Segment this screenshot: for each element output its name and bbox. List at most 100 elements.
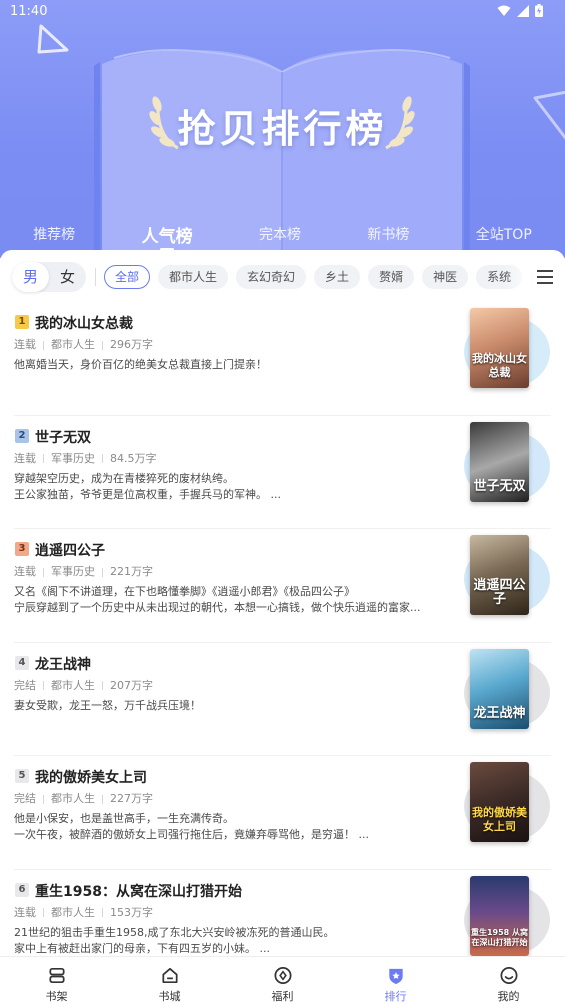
book-description-line: 他离婚当天，身价百亿的绝美女总裁直接上门提亲！ — [14, 358, 267, 371]
welfare-icon — [274, 967, 291, 984]
book-title[interactable]: 我的冰山女总裁 — [35, 313, 133, 333]
ranking-tabs: 推荐榜 人气榜 完本榜 新书榜 全站TOP — [0, 218, 565, 251]
book-word-count: 153万字 — [110, 905, 153, 919]
book-description-line: 21世纪的狙击手重生1958,成了东北大兴安岭被冻死的普通山民。 — [14, 925, 335, 939]
book-item[interactable]: 2 世子无双 连载 军事历史 84.5万字 穿越架空历史，成为在青楼猝死的废材纨绔。… — [0, 416, 565, 529]
category-chip[interactable]: 神医 — [422, 265, 469, 289]
profile-icon — [500, 967, 517, 984]
book-cover[interactable]: 重生1958 从窝在深山打猎开始 — [452, 875, 552, 957]
nav-bookshelf[interactable]: 书架 — [0, 957, 113, 1004]
signal-icon — [517, 4, 529, 17]
gender-toggle: 男 女 — [12, 262, 86, 292]
book-cover[interactable]: 我的冰山女总裁 — [452, 308, 552, 392]
bookshelf-icon — [48, 967, 65, 984]
tab-new-books[interactable]: 新书榜 — [361, 224, 415, 244]
nav-profile[interactable]: 我的 — [452, 957, 565, 1004]
banner-title: 抢贝排行榜 — [177, 107, 388, 151]
book-title[interactable]: 重生1958：从窝在深山打猎开始 — [35, 881, 242, 901]
rank-badge: 4 — [15, 655, 29, 670]
book-title[interactable]: 龙王战神 — [35, 654, 91, 674]
category-chip[interactable]: 都市人生 — [158, 265, 229, 289]
book-title[interactable]: 我的傲娇美女上司 — [35, 767, 147, 787]
category-chips: 全部 都市人生 玄幻奇幻 乡土 赘婿 神医 系统 大神 — [104, 265, 534, 291]
nav-label: 福利 — [271, 990, 294, 1003]
book-word-count: 84.5万字 — [110, 451, 157, 465]
nav-welfare[interactable]: 福利 — [226, 957, 339, 1004]
book-genre: 都市人生 — [51, 792, 95, 805]
book-description-line: 宁辰穿越到了一个历史中从未出现过的朝代，本想一心搞钱，做个快乐逍遥的富家... — [14, 601, 421, 614]
book-title[interactable]: 逍遥四公子 — [35, 540, 105, 560]
book-description: 他是小保安，也是盖世高手，一生充满传奇。 一次午夜，被醉酒的傲娇女上司强行拖住后… — [14, 811, 424, 843]
cover-title-art: 龙王战神 — [473, 705, 526, 721]
status-bar: 11:40 — [0, 0, 565, 26]
book-word-count: 207万字 — [110, 678, 153, 692]
cover-title-art: 逍遥四公子 — [473, 578, 526, 607]
book-genre: 军事历史 — [51, 451, 95, 465]
nav-label: 排行 — [384, 990, 407, 1003]
book-item[interactable]: 4 龙王战神 完结 都市人生 207万字 妻女受欺，龙王一怒，万千战兵压境！ 龙王战… — [0, 643, 565, 756]
nav-bookstore[interactable]: 书城 — [113, 957, 226, 1004]
cover-title-art: 重生1958 从窝在深山打猎开始 — [470, 927, 529, 947]
ranking-banner: 11:40 抢贝排行榜 推荐榜 人气榜 完本榜 新书榜 全站TOP — [0, 0, 565, 258]
divider — [95, 268, 96, 286]
book-item[interactable]: 1 我的冰山女总裁 连载 都市人生 296万字 他离婚当天，身价百亿的绝美女总裁直接… — [0, 302, 565, 416]
book-status: 连载 — [14, 905, 36, 919]
book-cover[interactable]: 逍遥四公子 — [452, 535, 552, 619]
book-description-line: 穿越架空历史，成为在青楼猝死的废材纨绔。 — [14, 471, 234, 485]
book-meta: 连载 都市人生 153万字 — [14, 904, 153, 920]
book-cover[interactable]: 我的傲娇美女上司 — [452, 762, 552, 846]
book-meta: 完结 都市人生 227万字 — [14, 790, 153, 806]
category-chip[interactable]: 乡土 — [314, 265, 361, 289]
book-meta: 完结 都市人生 207万字 — [14, 677, 153, 693]
status-icons — [497, 4, 543, 17]
book-cover[interactable]: 世子无双 — [452, 421, 552, 506]
nav-label: 书架 — [45, 990, 68, 1003]
rank-badge: 5 — [15, 769, 29, 783]
nav-label: 我的 — [497, 990, 520, 1003]
triangle-decoration-icon — [37, 24, 69, 54]
nav-label: 书城 — [158, 990, 181, 1003]
tab-site-top[interactable]: 全站TOP — [470, 224, 538, 244]
book-item[interactable]: 3 逍遥四公子 连载 军事历史 221万字 又名《阁下不讲道理，在下也略懂拳脚》《逍… — [0, 529, 565, 643]
category-chip[interactable]: 赘婿 — [368, 265, 415, 289]
chip-fade — [505, 262, 535, 294]
book-genre: 都市人生 — [51, 678, 95, 692]
book-meta: 连载 都市人生 296万字 — [14, 336, 153, 352]
book-status: 连载 — [14, 451, 36, 465]
book-description-line: 妻女受欺，龙王一怒，万千战兵压境！ — [14, 698, 201, 712]
book-item[interactable]: 6 重生1958：从窝在深山打猎开始 连载 都市人生 153万字 21世纪的狙击手重… — [0, 870, 565, 957]
book-title[interactable]: 世子无双 — [35, 427, 91, 447]
book-word-count: 227万字 — [110, 792, 153, 805]
category-chip[interactable]: 玄幻奇幻 — [236, 265, 307, 289]
nav-ranking[interactable]: 排行 — [339, 957, 452, 1004]
cover-title-art: 世子无双 — [473, 478, 526, 494]
book-description-line: 一次午夜，被醉酒的傲娇女上司强行拖住后，竟嫌弃辱骂他，是穷逼！ ... — [14, 828, 369, 841]
ranking-icon — [388, 968, 403, 985]
book-meta: 连载 军事历史 221万字 — [14, 563, 153, 579]
book-description: 妻女受欺，龙王一怒，万千战兵压境！ — [14, 698, 424, 714]
book-genre: 都市人生 — [51, 338, 95, 351]
book-description-line: 他是小保安，也是盖世高手，一生充满传奇。 — [14, 812, 234, 825]
menu-icon[interactable] — [537, 270, 553, 284]
rank-badge: 3 — [15, 542, 29, 556]
book-description-line: 王公家独苗，爷爷更是位高权重，手握兵马的军神。 ... — [14, 487, 281, 501]
rank-badge: 6 — [15, 882, 29, 897]
book-description-line: 又名《阁下不讲道理，在下也略懂拳脚》《逍遥小郎君》《极品四公子》 — [14, 585, 355, 598]
battery-icon — [535, 4, 543, 17]
book-description: 穿越架空历史，成为在青楼猝死的废材纨绔。 王公家独苗，爷爷更是位高权重，手握兵马… — [14, 471, 424, 503]
gender-male-option[interactable]: 男 — [12, 262, 49, 292]
category-chip-all[interactable]: 全部 — [104, 265, 151, 289]
book-description: 他离婚当天，身价百亿的绝美女总裁直接上门提亲！ — [14, 357, 424, 373]
book-word-count: 296万字 — [110, 338, 153, 351]
ranking-content: 男 女 全部 都市人生 玄幻奇幻 乡土 赘婿 神医 系统 大神 1 我的冰山女总… — [0, 250, 565, 956]
tab-completed[interactable]: 完本榜 — [253, 224, 307, 244]
wifi-icon — [497, 5, 511, 16]
tab-popular[interactable]: 人气榜 — [136, 222, 199, 251]
tab-recommend[interactable]: 推荐榜 — [27, 224, 81, 244]
book-cover[interactable]: 龙王战神 — [452, 648, 552, 733]
gender-female-option[interactable]: 女 — [49, 262, 86, 292]
book-description-line: 家中上有被赶出家门的母亲，下有四五岁的小妹。 ... — [14, 941, 270, 955]
book-item[interactable]: 5 我的傲娇美女上司 完结 都市人生 227万字 他是小保安，也是盖世高手，一生充满… — [0, 756, 565, 870]
cover-title-art: 我的傲娇美女上司 — [472, 806, 527, 833]
book-word-count: 221万字 — [110, 565, 153, 578]
